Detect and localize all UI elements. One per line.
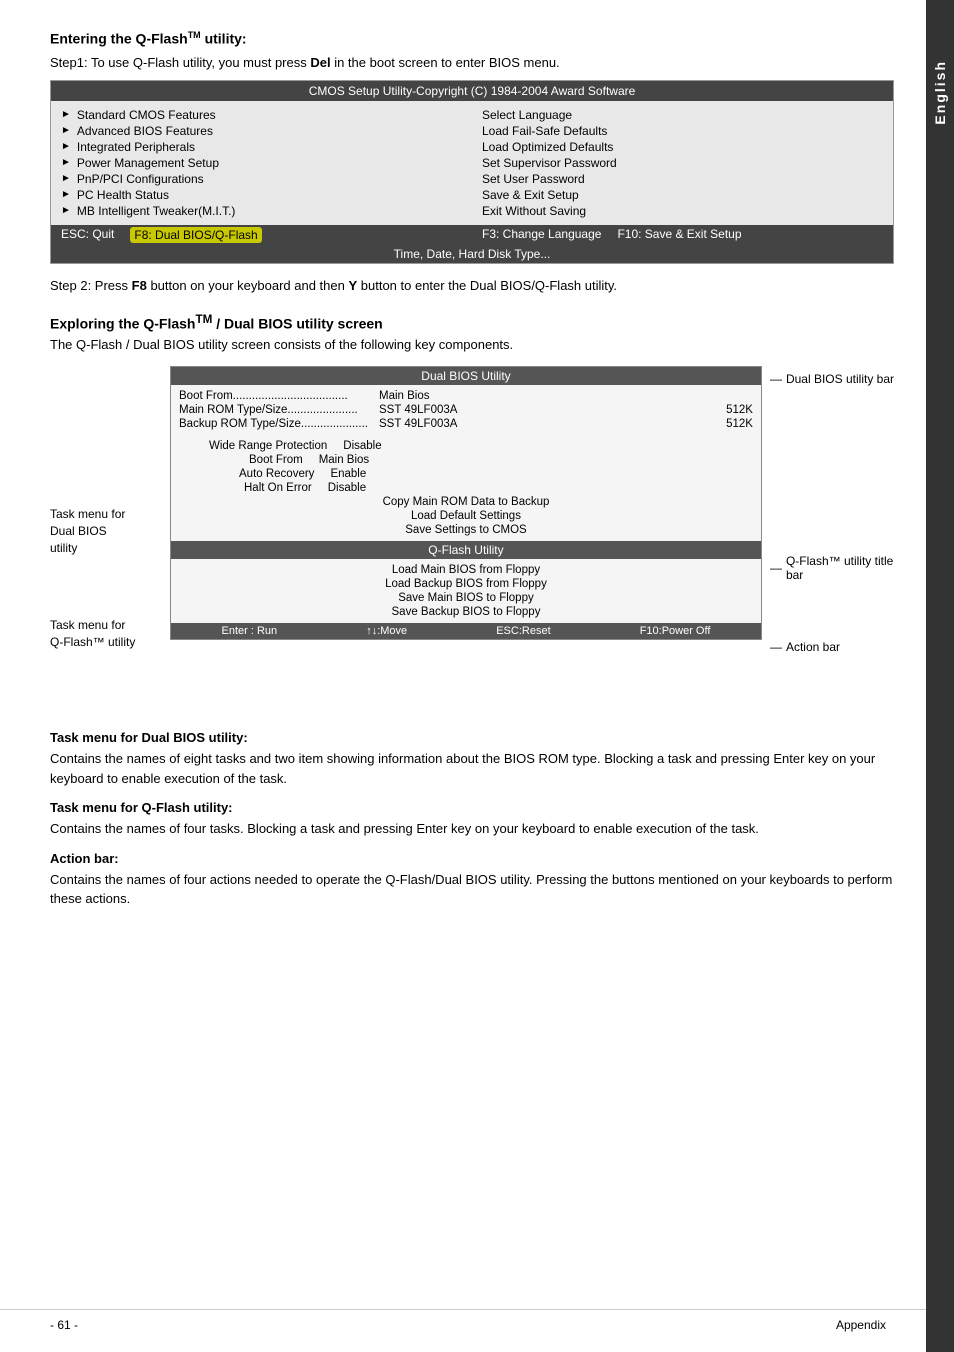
copy-main-rom-row: Copy Main ROM Data to Backup [179, 495, 753, 509]
bios-arrow-icon: ► [61, 157, 71, 168]
bios-menu-item: ► Power Management Setup [61, 155, 462, 171]
footer-page-number: - 61 - [50, 1318, 78, 1332]
action-move: ↑↓:Move [366, 625, 407, 637]
action-bar-title: Action bar: [50, 851, 894, 866]
backup-rom-row: Backup ROM Type/Size....................… [179, 417, 753, 431]
section2-title: Exploring the Q-FlashTM / Dual BIOS util… [50, 313, 894, 332]
bios-title-bar: CMOS Setup Utility-Copyright (C) 1984-20… [51, 81, 893, 101]
bios-right-item: Exit Without Saving [482, 203, 883, 219]
right-label-action-bar: Action bar [770, 640, 894, 654]
bios-right-item: Load Fail-Safe Defaults [482, 123, 883, 139]
diagram-container: Task menu for Dual BIOS utility Task men… [50, 366, 894, 710]
bios-time-bar: Time, Date, Hard Disk Type... [51, 245, 893, 263]
halt-on-error-row: Halt On Error Disable [179, 481, 753, 495]
bios-right-item: Select Language [482, 107, 883, 123]
dual-bios-title-bar: Dual BIOS Utility [171, 367, 761, 385]
save-main-bios-row: Save Main BIOS to Floppy [179, 591, 753, 605]
load-main-bios-row: Load Main BIOS from Floppy [179, 563, 753, 577]
action-esc: ESC:Reset [496, 625, 550, 637]
bios-setup-box: CMOS Setup Utility-Copyright (C) 1984-20… [50, 80, 894, 264]
step2-text: Step 2: Press F8 button on your keyboard… [50, 278, 894, 293]
bios-right-col: Select Language Load Fail-Safe Defaults … [482, 107, 883, 219]
footer-label: Appendix [836, 1318, 886, 1332]
diagram-right-labels: Dual BIOS utility bar Q-Flash™ utility t… [762, 366, 894, 654]
bios-menu-item: ► Advanced BIOS Features [61, 123, 462, 139]
action-bar-text: Contains the names of four actions neede… [50, 870, 894, 909]
section1-title: Entering the Q-FlashTM utility: [50, 30, 894, 47]
bios-esc-quit: ESC: Quit [61, 227, 114, 243]
section2-intro: The Q-Flash / Dual BIOS utility screen c… [50, 337, 894, 352]
bios-right-item: Load Optimized Defaults [482, 139, 883, 155]
task-qflash-text: Contains the names of four tasks. Blocki… [50, 819, 894, 839]
right-label-dual-bar: Dual BIOS utility bar [770, 372, 894, 386]
save-settings-row: Save Settings to CMOS [179, 523, 753, 537]
load-default-settings-row: Load Default Settings [179, 509, 753, 523]
left-label-dual: Task menu for Dual BIOS utility [50, 506, 170, 556]
task-dual-title: Task menu for Dual BIOS utility: [50, 730, 894, 745]
task-dual-text: Contains the names of eight tasks and tw… [50, 749, 894, 788]
bios-arrow-icon: ► [61, 205, 71, 216]
diagram-left-labels: Task menu for Dual BIOS utility Task men… [50, 366, 170, 710]
main-rom-row: Main ROM Type/Size......................… [179, 403, 753, 417]
bios-arrow-icon: ► [61, 189, 71, 200]
wide-range-row: Wide Range Protection Disable [179, 439, 753, 453]
save-backup-bios-row: Save Backup BIOS to Floppy [179, 605, 753, 619]
task-qflash-title: Task menu for Q-Flash utility: [50, 800, 894, 815]
qflash-body: Load Main BIOS from Floppy Load Backup B… [171, 559, 761, 623]
side-tab-label: English [932, 60, 948, 125]
dual-bios-body: Boot From...............................… [171, 385, 761, 541]
bios-right-item: Set User Password [482, 171, 883, 187]
bios-f3: F3: Change Language [482, 227, 601, 243]
bios-arrow-icon: ► [61, 141, 71, 152]
action-f10: F10:Power Off [640, 625, 711, 637]
bios-menu-area: ► Standard CMOS Features ► Advanced BIOS… [51, 101, 893, 225]
diagram-box: Dual BIOS Utility Boot From.............… [170, 366, 762, 640]
boot-from-row2: Boot From Main Bios [179, 453, 753, 467]
bios-arrow-icon: ► [61, 109, 71, 120]
qflash-title-bar: Q-Flash Utility [171, 541, 761, 559]
bios-right-item: Set Supervisor Password [482, 155, 883, 171]
action-enter: Enter : Run [222, 625, 278, 637]
bios-f8-highlight: F8: Dual BIOS/Q-Flash [130, 227, 261, 243]
auto-recovery-row: Auto Recovery Enable [179, 467, 753, 481]
bios-left-col: ► Standard CMOS Features ► Advanced BIOS… [61, 107, 462, 219]
left-label-qflash: Task menu for Q-Flash™ utility [50, 617, 170, 651]
bios-menu-item: ► PnP/PCI Configurations [61, 171, 462, 187]
bios-menu-item: ► Standard CMOS Features [61, 107, 462, 123]
bios-right-item: Save & Exit Setup [482, 187, 883, 203]
boot-from-row: Boot From...............................… [179, 389, 753, 403]
bios-arrow-icon: ► [61, 173, 71, 184]
right-label-qflash-title: Q-Flash™ utility titlebar [770, 554, 894, 582]
bios-menu-item: ► Integrated Peripherals [61, 139, 462, 155]
bios-arrow-icon: ► [61, 125, 71, 136]
step1-text: Step1: To use Q-Flash utility, you must … [50, 55, 894, 70]
side-tab: English [926, 0, 954, 1352]
action-bar: Enter : Run ↑↓:Move ESC:Reset F10:Power … [171, 623, 761, 639]
bios-bottom-bar: ESC: Quit F8: Dual BIOS/Q-Flash F3: Chan… [51, 225, 893, 245]
bios-f10: F10: Save & Exit Setup [617, 227, 741, 243]
page-footer: - 61 - Appendix [0, 1309, 926, 1332]
bios-menu-item: ► PC Health Status [61, 187, 462, 203]
bios-menu-item: ► MB Intelligent Tweaker(M.I.T.) [61, 203, 462, 219]
load-backup-bios-row: Load Backup BIOS from Floppy [179, 577, 753, 591]
